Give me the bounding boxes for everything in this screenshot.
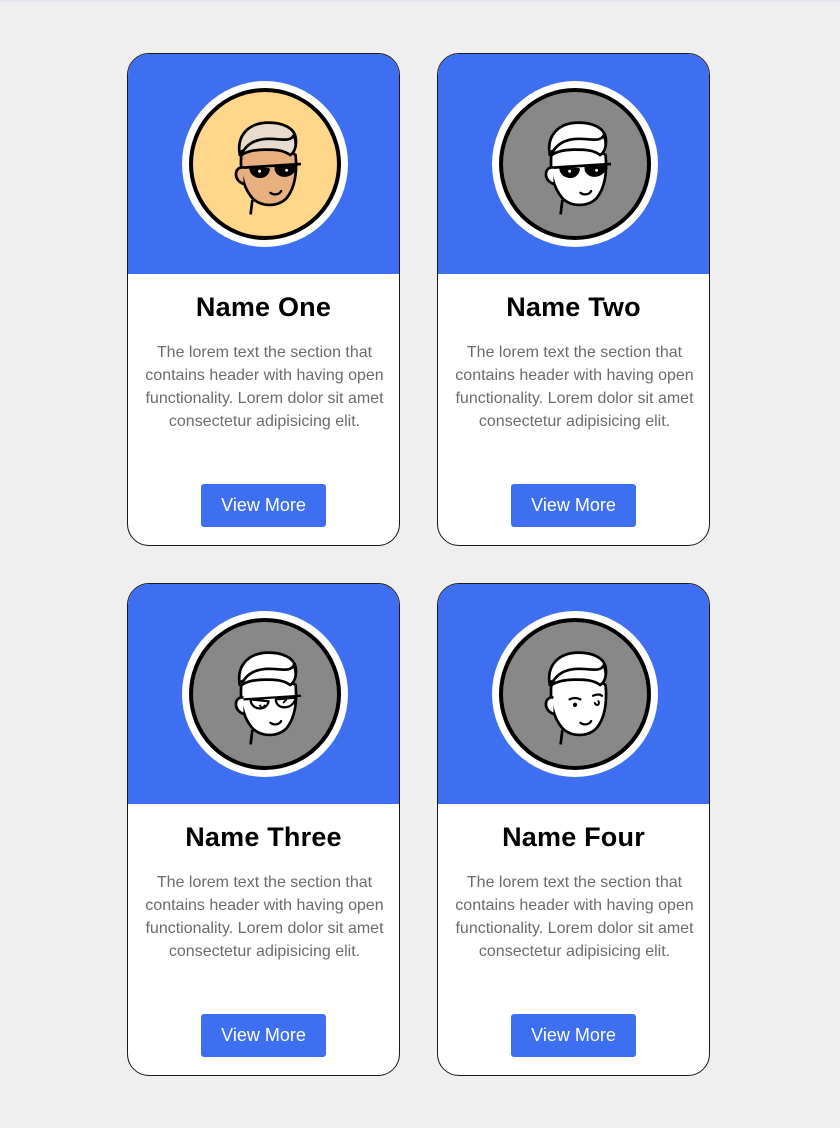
cartoon-face-sunglasses-icon (189, 88, 341, 240)
profile-card: Name Four The lorem text the section tha… (437, 583, 710, 1076)
card-name: Name Two (506, 292, 641, 322)
card-description: The lorem text the section that contains… (455, 344, 694, 430)
view-more-button[interactable]: View More (511, 1014, 636, 1057)
profile-card: Name One The lorem text the section that… (127, 53, 400, 546)
card-header (128, 54, 399, 274)
profile-card: Name Two The lorem text the section that… (437, 53, 710, 546)
profile-card: Name Three The lorem text the section th… (127, 583, 400, 1076)
cartoon-face-glasses-icon (189, 618, 341, 770)
avatar-ring (492, 81, 658, 247)
card-description: The lorem text the section that contains… (455, 874, 694, 960)
card-header (438, 54, 709, 274)
avatar-ring (492, 611, 658, 777)
card-header (438, 584, 709, 804)
card-description: The lorem text the section that contains… (145, 874, 384, 960)
view-more-button[interactable]: View More (201, 1014, 326, 1057)
cartoon-face-sunglasses-icon (499, 88, 651, 240)
card-name: Name One (195, 292, 332, 322)
card-header (128, 584, 399, 804)
avatar-ring (182, 81, 348, 247)
card-name: Name Three (185, 822, 342, 852)
view-more-button[interactable]: View More (511, 484, 636, 527)
avatar-ring (182, 611, 348, 777)
view-more-button[interactable]: View More (201, 484, 326, 527)
top-border (0, 0, 840, 2)
card-description: The lorem text the section that contains… (145, 344, 384, 430)
card-name: Name Four (502, 822, 645, 852)
cartoon-face-smirk-icon (499, 618, 651, 770)
